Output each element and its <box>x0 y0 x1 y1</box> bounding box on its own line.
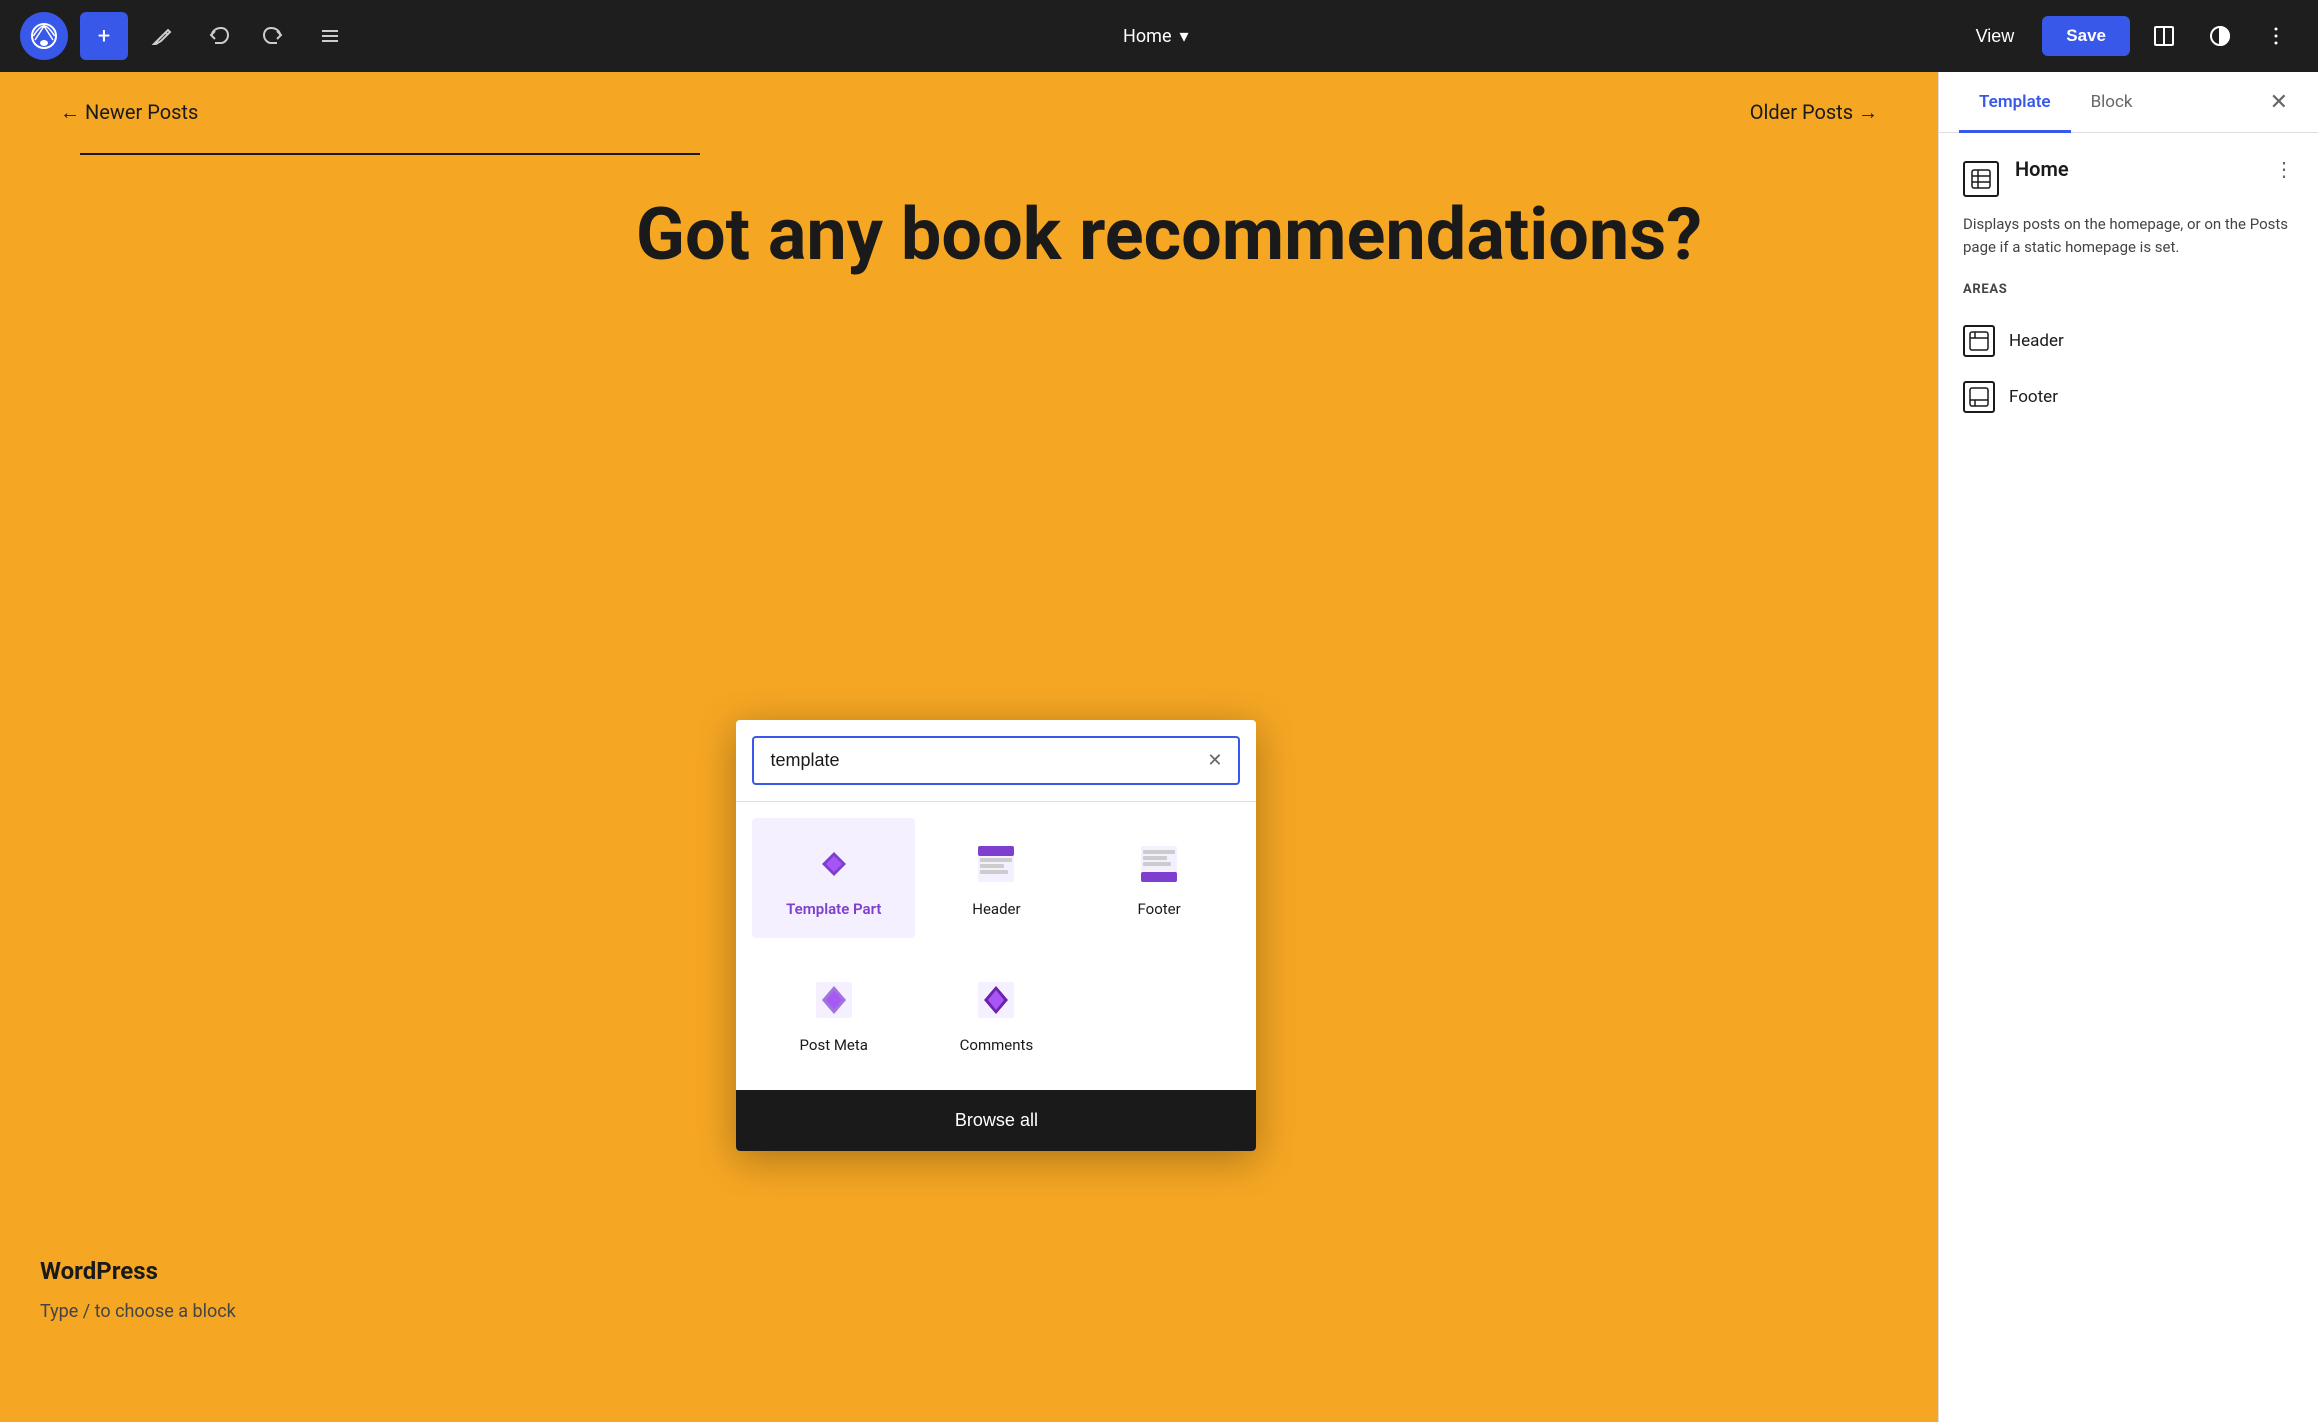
block-grid-row1: Template Part Header <box>736 802 1256 954</box>
tab-block[interactable]: Block <box>2071 72 2153 132</box>
header-block-item[interactable]: Header <box>915 818 1078 938</box>
undo-button[interactable] <box>196 14 240 58</box>
chevron-down-icon: ▾ <box>1179 26 1188 47</box>
canvas-navigation: ← Newer Posts Older Posts → <box>0 72 1938 153</box>
areas-label: AREAS <box>1963 282 2294 297</box>
canvas-divider <box>80 153 700 155</box>
header-area-name: Header <box>2009 331 2064 351</box>
post-meta-label: Post Meta <box>800 1036 868 1054</box>
layout-toggle-button[interactable] <box>2142 14 2186 58</box>
redo-button[interactable] <box>252 14 296 58</box>
footer-block-hint: Type / to choose a block <box>40 1301 236 1322</box>
footer-block-icon <box>1133 838 1185 890</box>
canvas-area: ← Newer Posts Older Posts → Got any book… <box>0 72 1938 1422</box>
header-block-label: Header <box>972 900 1020 918</box>
toolbar: + Home ▾ View Save <box>0 0 2318 72</box>
block-inserter-search: ✕ <box>736 720 1256 802</box>
sidebar-tabs: Template Block ✕ <box>1939 72 2318 133</box>
template-header: Home ⋮ <box>1963 157 2294 197</box>
tab-template[interactable]: Template <box>1959 72 2071 132</box>
post-meta-icon <box>808 974 860 1026</box>
browse-all-button[interactable]: Browse all <box>736 1090 1256 1151</box>
view-button[interactable]: View <box>1960 18 2031 55</box>
block-inserter-popup: ✕ Template Part <box>736 720 1256 1151</box>
header-block-icon <box>970 838 1022 890</box>
template-description: Displays posts on the homepage, or on th… <box>1963 213 2294 258</box>
area-item-footer[interactable]: Footer <box>1963 369 2294 425</box>
page-title-button[interactable]: Home ▾ <box>1107 18 1204 55</box>
search-input[interactable] <box>770 750 1195 771</box>
template-menu-button[interactable]: ⋮ <box>2274 157 2294 181</box>
footer-brand: WordPress <box>40 1257 236 1285</box>
block-grid-row2: Post Meta Comments <box>736 954 1256 1090</box>
post-meta-block-item[interactable]: Post Meta <box>752 954 915 1074</box>
area-item-header[interactable]: Header <box>1963 313 2294 369</box>
footer-area-icon <box>1963 381 1995 413</box>
search-input-wrapper: ✕ <box>752 736 1240 785</box>
toolbar-center: Home ▾ <box>364 18 1948 55</box>
comments-block-item[interactable]: Comments <box>915 954 1078 1074</box>
template-part-block-item[interactable]: Template Part <box>752 818 915 938</box>
comments-label: Comments <box>960 1036 1034 1054</box>
footer-block-item[interactable]: Footer <box>1078 818 1241 938</box>
template-title-row: Home ⋮ <box>2015 157 2294 181</box>
edit-tool-button[interactable] <box>140 14 184 58</box>
search-clear-button[interactable]: ✕ <box>1207 750 1222 771</box>
header-area-icon <box>1963 325 1995 357</box>
page-title-text: Home <box>1123 26 1171 47</box>
template-icon <box>1963 161 1999 197</box>
list-view-button[interactable] <box>308 14 352 58</box>
save-button[interactable]: Save <box>2042 16 2130 56</box>
sidebar-content: Home ⋮ Displays posts on the homepage, o… <box>1939 133 2318 1422</box>
template-part-icon <box>808 838 860 890</box>
wp-logo-icon[interactable] <box>20 12 68 60</box>
right-sidebar: Template Block ✕ Home ⋮ <box>1938 72 2318 1422</box>
newer-posts-link[interactable]: ← Newer Posts <box>60 100 198 125</box>
main-layout: ← Newer Posts Older Posts → Got any book… <box>0 72 2318 1422</box>
contrast-toggle-button[interactable] <box>2198 14 2242 58</box>
footer-area-name: Footer <box>2009 387 2058 407</box>
toolbar-right: View Save <box>1960 14 2298 58</box>
more-options-button[interactable] <box>2254 14 2298 58</box>
canvas-heading: Got any book recommendations? <box>0 195 1938 274</box>
template-part-label: Template Part <box>786 900 881 918</box>
add-block-button[interactable]: + <box>80 12 128 60</box>
older-posts-link[interactable]: Older Posts → <box>1750 100 1878 125</box>
comments-icon <box>970 974 1022 1026</box>
footer-block-label: Footer <box>1138 900 1181 918</box>
template-name: Home <box>2015 157 2069 181</box>
close-sidebar-button[interactable]: ✕ <box>2260 72 2298 132</box>
canvas-footer: WordPress Type / to choose a block <box>40 1257 236 1322</box>
